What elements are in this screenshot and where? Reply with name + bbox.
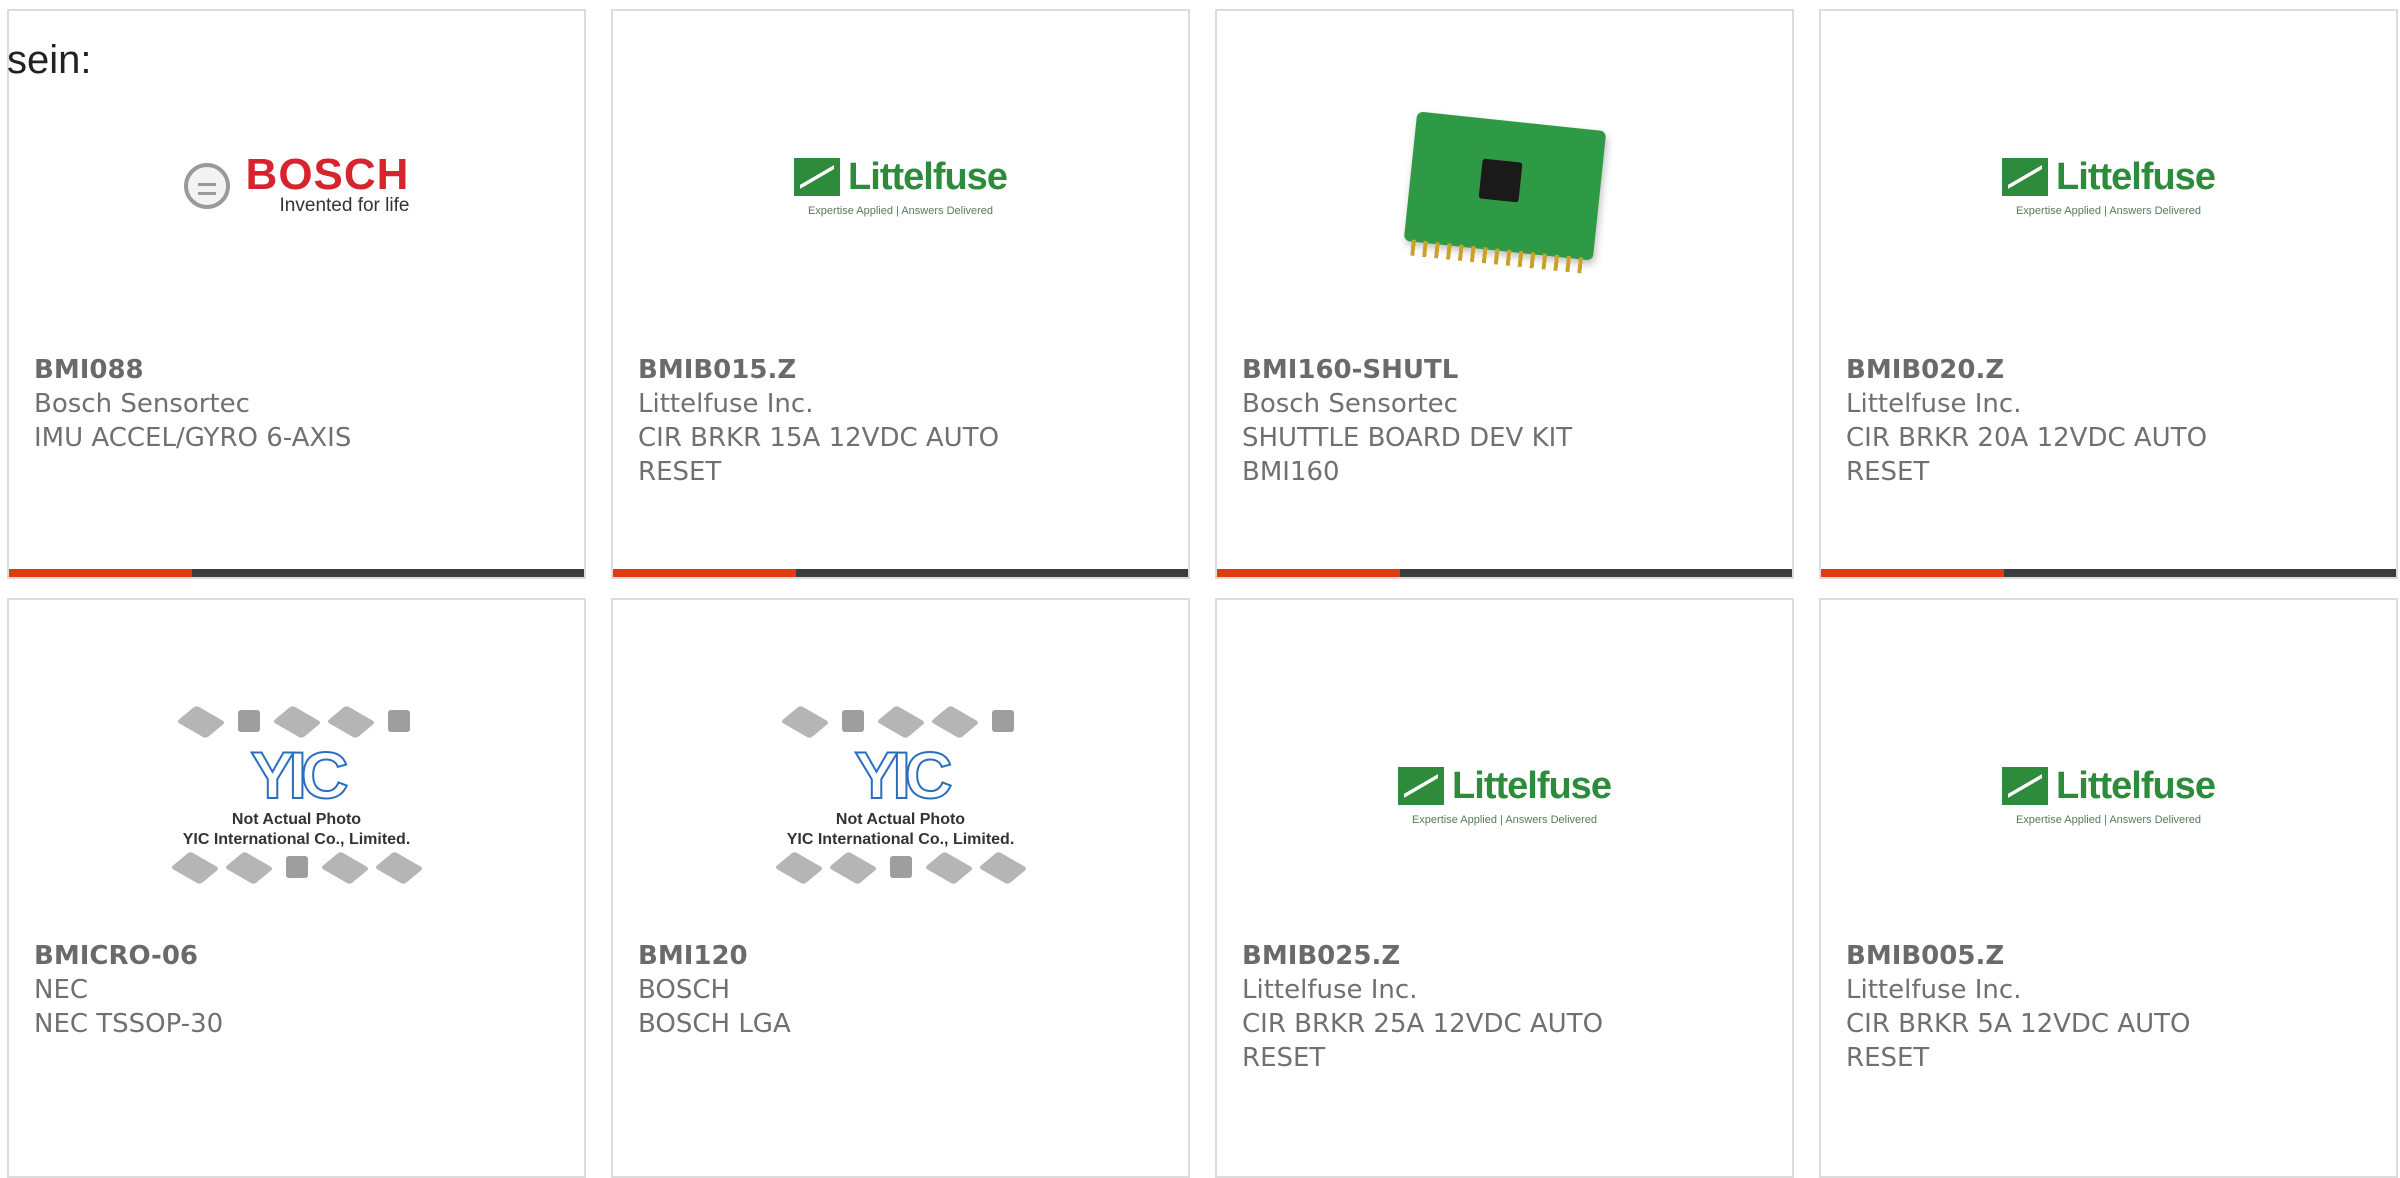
- littelfuse-logo-icon: Littelfuse Expertise Applied | Answers D…: [794, 155, 1008, 217]
- yic-placeholder-icon: YIC Not Actual Photo YIC International C…: [169, 704, 424, 886]
- product-card[interactable]: BOSCH Invented for life BMI088 Bosch Sen…: [7, 9, 586, 579]
- manufacturer: Littelfuse Inc.: [638, 389, 814, 419]
- logo-subtext-2: YIC International Co., Limited.: [786, 831, 1015, 848]
- card-bottom-bar: [613, 569, 1188, 577]
- logo-subtext: Expertise Applied | Answers Delivered: [807, 204, 994, 217]
- part-number[interactable]: BMICRO-06: [34, 939, 564, 973]
- product-image[interactable]: Littelfuse Expertise Applied | Answers D…: [1821, 71, 2396, 301]
- description: CIR BRKR 5A 12VDC AUTO RESET: [1846, 1009, 2191, 1073]
- card-accent-bar: [613, 569, 796, 577]
- part-number[interactable]: BMIB005.Z: [1846, 939, 2376, 973]
- logo-subtext: Expertise Applied | Answers Delivered: [2015, 204, 2202, 217]
- product-image[interactable]: [1217, 71, 1792, 301]
- part-number[interactable]: BMI160-SHUTL: [1242, 353, 1772, 387]
- logo-subtext-2: YIC International Co., Limited.: [182, 831, 411, 848]
- manufacturer: BOSCH: [638, 975, 731, 1005]
- description: CIR BRKR 25A 12VDC AUTO RESET: [1242, 1009, 1604, 1073]
- littelfuse-mark-icon: [2002, 767, 2049, 805]
- product-card[interactable]: Littelfuse Expertise Applied | Answers D…: [1819, 598, 2398, 1178]
- logo-text: Littelfuse: [1452, 764, 1612, 807]
- littelfuse-mark-icon: [1398, 767, 1445, 805]
- littelfuse-mark-icon: [2002, 158, 2049, 196]
- part-number[interactable]: BMI088: [34, 353, 564, 387]
- card-bottom-bar: [1821, 569, 2396, 577]
- logo-text: YIC: [249, 738, 349, 812]
- product-image[interactable]: YIC Not Actual Photo YIC International C…: [613, 660, 1188, 930]
- logo-text: BOSCH: [245, 150, 410, 199]
- logo-text: Littelfuse: [848, 155, 1008, 198]
- manufacturer: Bosch Sensortec: [34, 389, 250, 419]
- logo-subtext: Not Actual Photo: [231, 811, 362, 828]
- littelfuse-logo-icon: Littelfuse Expertise Applied | Answers D…: [2002, 764, 2216, 826]
- product-image[interactable]: BOSCH Invented for life: [9, 71, 584, 301]
- product-image[interactable]: Littelfuse Expertise Applied | Answers D…: [613, 71, 1188, 301]
- card-bottom-bar: [1217, 569, 1792, 577]
- product-image[interactable]: YIC Not Actual Photo YIC International C…: [9, 660, 584, 930]
- description: CIR BRKR 15A 12VDC AUTO RESET: [638, 423, 1000, 487]
- manufacturer: Littelfuse Inc.: [1242, 975, 1418, 1005]
- card-accent-bar: [1217, 569, 1400, 577]
- product-card[interactable]: YIC Not Actual Photo YIC International C…: [7, 598, 586, 1178]
- lead-text: sein:: [7, 38, 92, 82]
- product-card[interactable]: BMI160-SHUTL Bosch Sensortec SHUTTLE BOA…: [1215, 9, 1794, 579]
- bosch-armature-icon: [183, 163, 230, 209]
- logo-text: Littelfuse: [2056, 764, 2216, 807]
- product-card[interactable]: YIC Not Actual Photo YIC International C…: [611, 598, 1190, 1178]
- product-card[interactable]: Littelfuse Expertise Applied | Answers D…: [611, 9, 1190, 579]
- manufacturer: Littelfuse Inc.: [1846, 389, 2022, 419]
- product-card[interactable]: Littelfuse Expertise Applied | Answers D…: [1215, 598, 1794, 1178]
- manufacturer: NEC: [34, 975, 89, 1005]
- part-number[interactable]: BMIB020.Z: [1846, 353, 2376, 387]
- logo-text: Littelfuse: [2056, 155, 2216, 198]
- card-accent-bar: [1821, 569, 2004, 577]
- manufacturer: Littelfuse Inc.: [1846, 975, 2022, 1005]
- logo-text: YIC: [853, 738, 953, 812]
- description: NEC TSSOP-30: [34, 1009, 224, 1039]
- product-image[interactable]: Littelfuse Expertise Applied | Answers D…: [1217, 660, 1792, 930]
- card-accent-bar: [9, 569, 192, 577]
- bosch-logo-icon: BOSCH Invented for life: [183, 150, 410, 217]
- description: CIR BRKR 20A 12VDC AUTO RESET: [1846, 423, 2208, 487]
- yic-placeholder-icon: YIC Not Actual Photo YIC International C…: [773, 704, 1028, 886]
- card-bottom-bar: [9, 569, 584, 577]
- manufacturer: Bosch Sensortec: [1242, 389, 1458, 419]
- pcb-board-icon: [1403, 111, 1606, 274]
- part-number[interactable]: BMI120: [638, 939, 1168, 973]
- littelfuse-logo-icon: Littelfuse Expertise Applied | Answers D…: [1398, 764, 1612, 826]
- product-image[interactable]: Littelfuse Expertise Applied | Answers D…: [1821, 660, 2396, 930]
- product-card[interactable]: Littelfuse Expertise Applied | Answers D…: [1819, 9, 2398, 579]
- littelfuse-logo-icon: Littelfuse Expertise Applied | Answers D…: [2002, 155, 2216, 217]
- logo-subtext: Not Actual Photo: [835, 811, 966, 828]
- littelfuse-mark-icon: [794, 158, 841, 196]
- description: SHUTTLE BOARD DEV KIT BMI160: [1242, 423, 1573, 487]
- description: BOSCH LGA: [638, 1009, 791, 1039]
- part-number[interactable]: BMIB025.Z: [1242, 939, 1772, 973]
- description: IMU ACCEL/GYRO 6-AXIS: [34, 423, 352, 453]
- logo-subtext: Expertise Applied | Answers Delivered: [1411, 813, 1598, 826]
- part-number[interactable]: BMIB015.Z: [638, 353, 1168, 387]
- logo-subtext: Expertise Applied | Answers Delivered: [2015, 813, 2202, 826]
